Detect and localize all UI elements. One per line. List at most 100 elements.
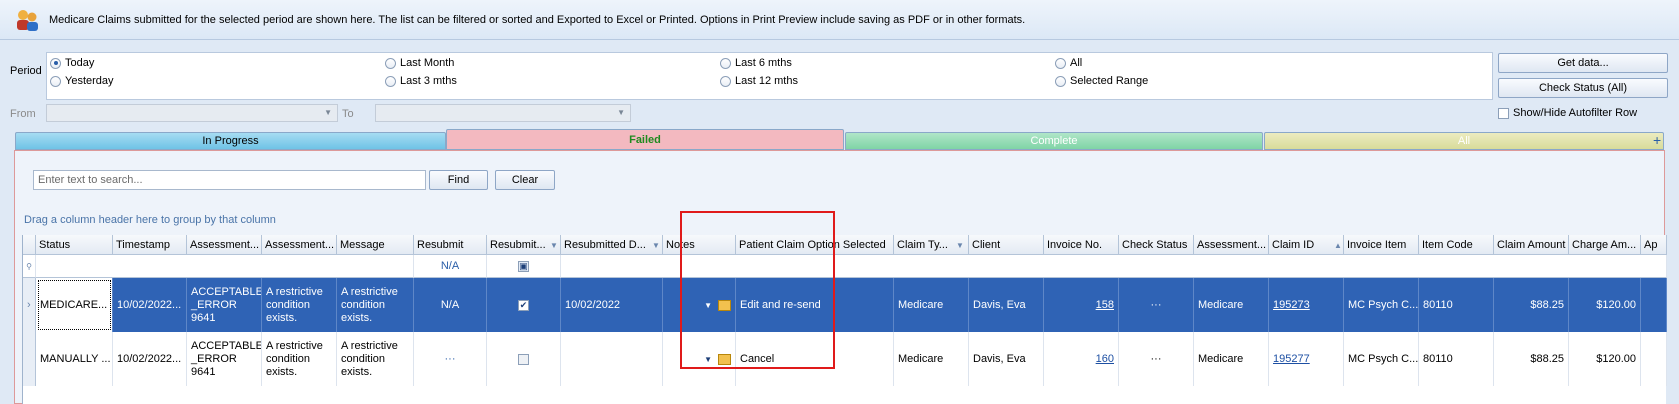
checkbox-unchecked[interactable]	[518, 353, 529, 365]
cell-item-code[interactable]: 80110	[1419, 332, 1494, 386]
col-resubmit[interactable]: Resubmit	[414, 235, 487, 255]
users-icon	[17, 10, 38, 31]
cell-invoice-item[interactable]: MC Psych C...	[1344, 332, 1419, 386]
radio-label: Last 3 mths	[400, 75, 457, 87]
col-resubmitted-date[interactable]: Resubmitted D...	[561, 235, 663, 255]
check-status-button[interactable]: Check Status (All)	[1498, 78, 1668, 98]
group-panel[interactable]: Drag a column header here to group by th…	[22, 200, 1662, 232]
col-ap[interactable]: Ap	[1641, 235, 1667, 255]
col-invoice-no[interactable]: Invoice No.	[1044, 235, 1119, 255]
claim-id-link[interactable]: 195277	[1269, 332, 1344, 386]
col-check-status[interactable]: Check Status	[1119, 235, 1194, 255]
cell-status[interactable]: MEDICARE...	[36, 278, 113, 332]
col-message[interactable]: Message	[337, 235, 414, 255]
filter-icon[interactable]: ▼	[956, 241, 964, 250]
col-claim-amount[interactable]: Claim Amount	[1494, 235, 1569, 255]
cell-timestamp[interactable]: 10/02/2022...	[113, 332, 187, 386]
col-timestamp[interactable]: Timestamp	[113, 235, 187, 255]
find-button[interactable]: Find	[429, 170, 488, 190]
row-indicator-header	[23, 235, 36, 255]
cell-charge-amount[interactable]: $120.00	[1569, 278, 1641, 332]
cell-resubmitted-date[interactable]: 10/02/2022	[561, 278, 663, 332]
cell-client[interactable]: Davis, Eva	[969, 332, 1044, 386]
cell-claim-amount[interactable]: $88.25	[1494, 278, 1569, 332]
col-assessment-3[interactable]: Assessment...	[1194, 235, 1269, 255]
radio-selected-range[interactable]: Selected Range	[1055, 75, 1148, 87]
invoice-link-text[interactable]: 158	[1096, 299, 1114, 311]
cell-assessment-2[interactable]: A restrictive condition exists.	[262, 278, 337, 332]
get-data-button[interactable]: Get data...	[1498, 53, 1668, 73]
radio-last-6-mths[interactable]: Last 6 mths	[720, 57, 792, 69]
claim-id-link-text[interactable]: 195277	[1273, 353, 1310, 365]
cell-resubmit[interactable]: N/A	[414, 278, 487, 332]
cell-charge-amount[interactable]: $120.00	[1569, 332, 1641, 386]
claim-id-link[interactable]: 195273	[1269, 278, 1344, 332]
from-date-combo[interactable]: ▼	[46, 104, 338, 122]
cell-ap[interactable]	[1641, 278, 1667, 332]
radio-today[interactable]: Today	[50, 57, 94, 69]
cell-status[interactable]: MANUALLY ...	[36, 332, 113, 386]
cell-claim-type[interactable]: Medicare	[894, 332, 969, 386]
cell-claim-amount[interactable]: $88.25	[1494, 332, 1569, 386]
radio-label: All	[1070, 57, 1083, 69]
search-input[interactable]: Enter text to search...	[33, 170, 426, 190]
col-item-code[interactable]: Item Code	[1419, 235, 1494, 255]
filter-cells[interactable]	[36, 255, 414, 278]
autofilter-checkbox[interactable]	[1498, 107, 1509, 119]
cell-assessment-2[interactable]: A restrictive condition exists.	[262, 332, 337, 386]
col-client[interactable]: Client	[969, 235, 1044, 255]
cell-resubmitted[interactable]: ✔	[487, 278, 561, 332]
tab-failed[interactable]: Failed	[446, 129, 844, 150]
filter-resubmit[interactable]: N/A	[414, 255, 487, 278]
invoice-link[interactable]: 158	[1044, 278, 1119, 332]
cell-check-status[interactable]: ···	[1119, 278, 1194, 332]
cell-claim-type[interactable]: Medicare	[894, 278, 969, 332]
filter-resubmitted[interactable]: ▣	[487, 255, 561, 278]
cell-message[interactable]: A restrictive condition exists.	[337, 278, 414, 332]
cell-ap[interactable]	[1641, 332, 1667, 386]
radio-yesterday[interactable]: Yesterday	[50, 75, 114, 87]
tab-all[interactable]: All	[1264, 132, 1664, 150]
tab-in-progress[interactable]: In Progress	[15, 132, 446, 150]
cell-resubmitted-date[interactable]	[561, 332, 663, 386]
invoice-link-text[interactable]: 160	[1096, 353, 1114, 365]
radio-last-3-mths[interactable]: Last 3 mths	[385, 75, 457, 87]
cell-client[interactable]: Davis, Eva	[969, 278, 1044, 332]
cell-invoice-item[interactable]: MC Psych C...	[1344, 278, 1419, 332]
col-assessment-1[interactable]: Assessment...	[187, 235, 262, 255]
invoice-link[interactable]: 160	[1044, 332, 1119, 386]
radio-last-month[interactable]: Last Month	[385, 57, 454, 69]
col-claim-id[interactable]: Claim ID	[1269, 235, 1344, 255]
radio-all[interactable]: All	[1055, 57, 1082, 69]
claim-id-link-text[interactable]: 195273	[1273, 299, 1310, 311]
col-status[interactable]: Status	[36, 235, 113, 255]
radio-last-12-mths[interactable]: Last 12 mths	[720, 75, 798, 87]
cell-item-code[interactable]: 80110	[1419, 278, 1494, 332]
col-charge-amount[interactable]: Charge Am...	[1569, 235, 1641, 255]
cell-check-status[interactable]: ···	[1119, 332, 1194, 386]
col-invoice-item[interactable]: Invoice Item	[1344, 235, 1419, 255]
to-date-combo[interactable]: ▼	[375, 104, 631, 122]
filter-checkbox[interactable]: ▣	[518, 260, 529, 272]
cell-resubmit[interactable]: ···	[414, 332, 487, 386]
to-label: To	[342, 108, 354, 120]
checkbox-checked[interactable]: ✔	[518, 299, 529, 311]
tab-complete[interactable]: Complete	[845, 132, 1263, 150]
cell-assessment-1[interactable]: ACCEPTABLE _ERROR 9641	[187, 278, 262, 332]
cell-assessment-3[interactable]: Medicare	[1194, 278, 1269, 332]
cell-timestamp[interactable]: 10/02/2022...	[113, 278, 187, 332]
sort-asc-icon[interactable]: ▲	[1334, 241, 1342, 250]
period-label: Period	[10, 65, 42, 77]
filter-icon[interactable]: ▼	[652, 241, 660, 250]
add-tab-icon[interactable]: +	[1653, 132, 1661, 148]
radio-label: Today	[65, 57, 95, 69]
cell-assessment-3[interactable]: Medicare	[1194, 332, 1269, 386]
col-assessment-2[interactable]: Assessment...	[262, 235, 337, 255]
cell-message[interactable]: A restrictive condition exists.	[337, 332, 414, 386]
filter-icon[interactable]: ▼	[550, 241, 558, 250]
clear-button[interactable]: Clear	[495, 170, 555, 190]
radio-dot	[50, 57, 61, 69]
cell-resubmitted[interactable]	[487, 332, 561, 386]
cell-assessment-1[interactable]: ACCEPTABLE _ERROR 9641	[187, 332, 262, 386]
autofilter-toggle[interactable]: Show/Hide Autofilter Row	[1498, 107, 1637, 119]
